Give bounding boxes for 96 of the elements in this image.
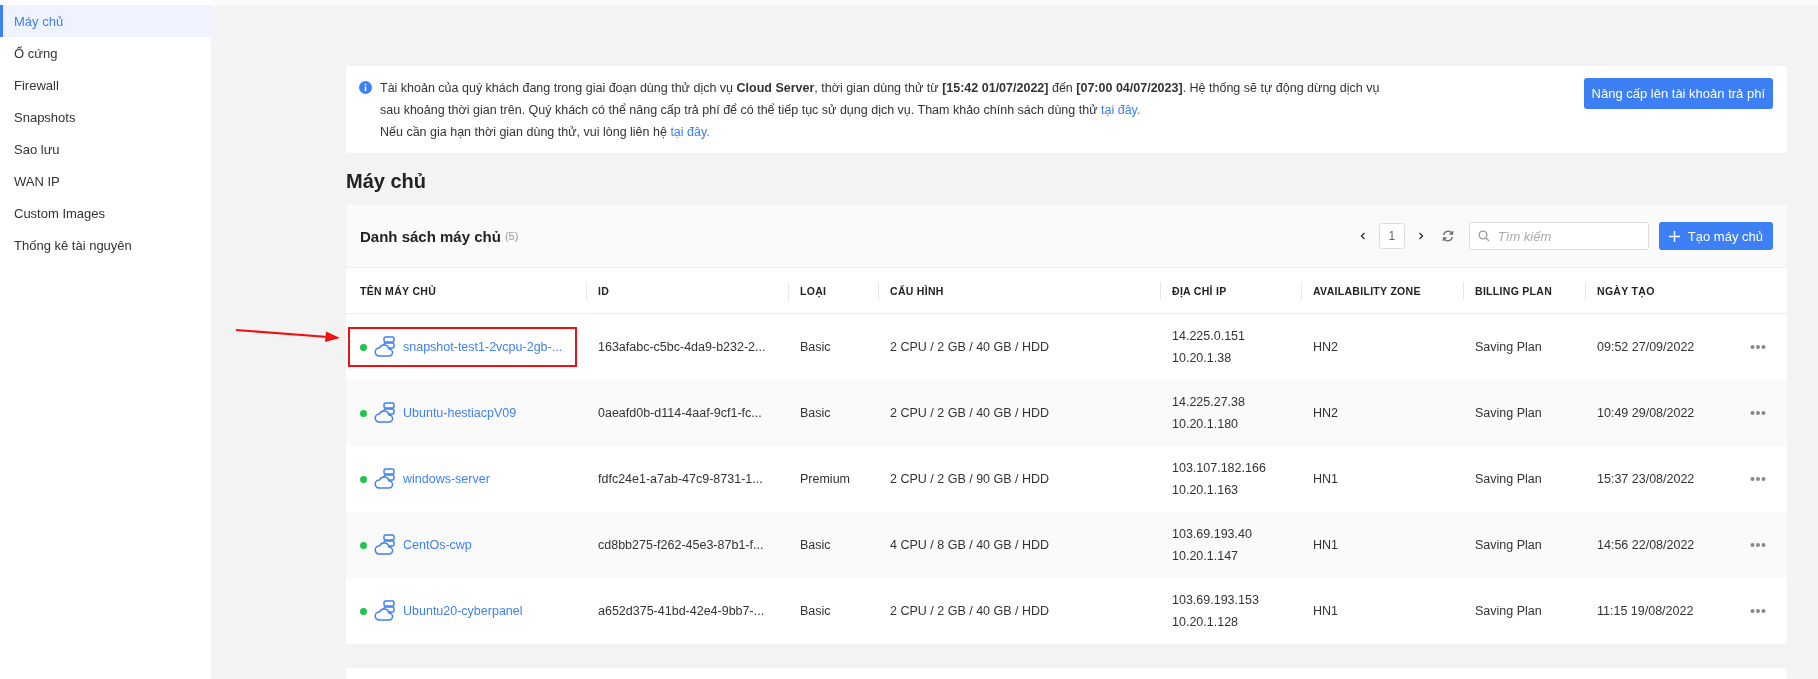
table-row[interactable]: Ubuntu20-cyberpanel a652d375-41bd-42e4-9bb7-... Basic 2 CPU / 2 GB / 40 GB / HDD 103.69.193.153 10.20.1.128 HN1 Saving Plan 11:15 19/08/2022 (346, 578, 1787, 644)
server-type: Basic (800, 340, 831, 354)
server-name-link[interactable]: CentOs-cwp (403, 538, 472, 552)
ip-address: 14.225.0.151 (1172, 328, 1245, 345)
sidebar-item[interactable]: Ổ cứng (0, 37, 211, 69)
table-row[interactable]: Ubuntu-hestiacpV09 0aeafd0b-d114-4aaf-9cf1-fc... Basic 2 CPU / 2 GB / 40 GB / HDD 14.225.27.38 10.20.1.180 HN2 Saving Plan 10:49 29/08/2022 (346, 380, 1787, 446)
ip-address: 10.20.1.128 (1172, 614, 1240, 631)
billing-plan: Saving Plan (1475, 472, 1542, 486)
server-config: 2 CPU / 2 GB / 40 GB / HDD (890, 340, 1050, 354)
server-type: Basic (800, 604, 831, 618)
search-icon (1477, 230, 1490, 242)
availability-zone: HN1 (1313, 472, 1338, 486)
availability-zone: HN1 (1313, 604, 1338, 618)
server-type: Basic (800, 406, 831, 420)
refresh-icon[interactable] (1440, 229, 1455, 243)
upgrade-button[interactable]: Nâng cấp lên tài khoản trả phí (1583, 78, 1773, 109)
ip-address: 10.20.1.147 (1172, 548, 1240, 565)
table-row[interactable]: CentOs-cwp cd8bb275-f262-45e3-87b1-f... Basic 4 CPU / 8 GB / 40 GB / HDD 103.69.193.40 10.20.1.147 HN1 Saving Plan 14:56 22/08/2022 (346, 512, 1787, 578)
sidebar-item[interactable]: WAN IP (0, 165, 211, 197)
more-icon[interactable] (1750, 608, 1766, 614)
table-row[interactable]: snapshot-test1-2vcpu-2gb-... 163afabc-c5bc-4da9-b232-2... Basic 2 CPU / 2 GB / 40 GB / HDD 14.225.0.151 10.20.1.38 HN2 Saving Plan 09:52 27/09/2022 (346, 314, 1787, 380)
more-icon[interactable] (1750, 410, 1766, 416)
availability-zone: HN2 (1313, 406, 1338, 420)
sidebar-item[interactable]: Custom Images (0, 197, 211, 229)
server-name-link[interactable]: snapshot-test1-2vcpu-2gb-... (403, 340, 563, 354)
server-config: 2 CPU / 2 GB / 90 GB / HDD (890, 472, 1050, 486)
created-date: 11:15 19/08/2022 (1597, 604, 1694, 618)
server-id: 0aeafd0b-d114-4aaf-9cf1-fc... (598, 406, 762, 420)
created-date: 09:52 27/09/2022 (1597, 340, 1695, 354)
status-dot (360, 475, 367, 483)
cloud-server-icon (373, 599, 397, 623)
server-config: 2 CPU / 2 GB / 40 GB / HDD (890, 604, 1050, 618)
policy-link[interactable]: tại đây. (1101, 103, 1141, 117)
ip-address: 14.225.27.38 (1172, 394, 1245, 411)
column-header: TÊN MÁY CHỦ (360, 284, 437, 297)
card-title: Danh sách máy chủ (360, 227, 501, 245)
ip-address: 10.20.1.163 (1172, 482, 1240, 499)
billing-plan: Saving Plan (1475, 340, 1542, 354)
more-icon[interactable] (1750, 542, 1766, 548)
server-name-link[interactable]: windows-server (403, 472, 490, 486)
column-header: BILLING PLAN (1475, 284, 1553, 297)
server-name-link[interactable]: Ubuntu20-cyberpanel (403, 604, 523, 618)
ip-address: 103.69.193.153 (1172, 592, 1259, 609)
server-id: cd8bb275-f262-45e3-87b1-f... (598, 538, 764, 552)
server-id: 163afabc-c5bc-4da9-b232-2... (598, 340, 766, 354)
status-dot (360, 541, 367, 549)
status-dot (360, 343, 367, 351)
sidebar-item[interactable]: Máy chủ (0, 5, 211, 37)
server-config: 2 CPU / 2 GB / 40 GB / HDD (890, 406, 1050, 420)
server-id: a652d375-41bd-42e4-9bb7-... (598, 604, 765, 618)
status-dot (360, 607, 367, 615)
ip-address: 10.20.1.38 (1172, 350, 1233, 367)
sidebar-item[interactable]: Sao lưu (0, 133, 211, 165)
column-header: LOẠI (800, 284, 827, 297)
notice-text: Nếu cần gia hạn thời gian dùng thử, vui lòng liên hệ tại đây. (380, 124, 711, 141)
server-type: Basic (800, 538, 831, 552)
column-header: CẤU HÌNH (890, 284, 944, 297)
billing-plan: Saving Plan (1475, 538, 1542, 552)
sidebar-item[interactable]: Firewall (0, 69, 211, 101)
table-row[interactable]: windows-server fdfc24e1-a7ab-47c9-8731-1... Premium 2 CPU / 2 GB / 90 GB / HDD 103.107.182.166 10.20.1.163 HN1 Saving Plan 15:37 23/08/2022 (346, 446, 1787, 512)
server-name-link[interactable]: Ubuntu-hestiacpV09 (403, 406, 517, 420)
server-id: fdfc24e1-a7ab-47c9-8731-1... (598, 472, 763, 486)
server-count: (5) (504, 230, 519, 242)
notice-text: Tài khoản của quý khách đang trong giai đoạn dùng thử dịch vụ Cloud Server, thời gian dùng thử từ [15:42 01/07/2022] đến [07:00 04/07/2023]. Hệ thống sẽ tự động dừng dịch vụ sau khoảng thời gian trên. Quý khách có thể nâng cấp trả phí để có thể tiếp tục sử dụng dịch vụ. Tham khảo chính sách dùng thử tại đây. (380, 80, 1380, 119)
page-title: Máy chủ (346, 170, 428, 193)
more-icon[interactable] (1750, 344, 1766, 350)
page-number[interactable]: 1 (1378, 223, 1405, 249)
availability-zone: HN1 (1313, 538, 1338, 552)
info-icon (359, 81, 372, 94)
sidebar-item[interactable]: Snapshots (0, 101, 211, 133)
column-header: NGÀY TẠO (1597, 284, 1655, 297)
created-date: 10:49 29/08/2022 (1597, 406, 1695, 420)
ip-address: 103.69.193.40 (1172, 526, 1252, 543)
more-icon[interactable] (1750, 476, 1766, 482)
column-header: AVAILABILITY ZONE (1313, 284, 1421, 297)
policy-link[interactable]: tại đây. (670, 125, 710, 139)
billing-plan: Saving Plan (1475, 406, 1542, 420)
ip-address: 10.20.1.180 (1172, 416, 1240, 433)
server-type: Premium (800, 472, 850, 486)
cloud-server-icon (373, 533, 397, 557)
cloud-server-icon (373, 401, 397, 425)
ip-address: 103.107.182.166 (1172, 460, 1266, 477)
billing-plan: Saving Plan (1475, 604, 1542, 618)
server-config: 4 CPU / 8 GB / 40 GB / HDD (890, 538, 1050, 552)
created-date: 15:37 23/08/2022 (1597, 472, 1695, 486)
create-server-button[interactable]: Tạo máy chủ (1658, 222, 1773, 250)
column-header: ĐỊA CHỈ IP (1172, 284, 1227, 297)
created-date: 14:56 22/08/2022 (1597, 538, 1695, 552)
cloud-server-icon (373, 335, 397, 359)
sidebar-item[interactable]: Thống kê tài nguyên (0, 229, 211, 261)
status-dot (360, 409, 367, 417)
plus-icon (1668, 230, 1680, 242)
cloud-server-icon (373, 467, 397, 491)
column-header: ID (598, 284, 610, 297)
availability-zone: HN2 (1313, 340, 1338, 354)
search-field[interactable]: Tìm kiếm (1468, 222, 1649, 250)
